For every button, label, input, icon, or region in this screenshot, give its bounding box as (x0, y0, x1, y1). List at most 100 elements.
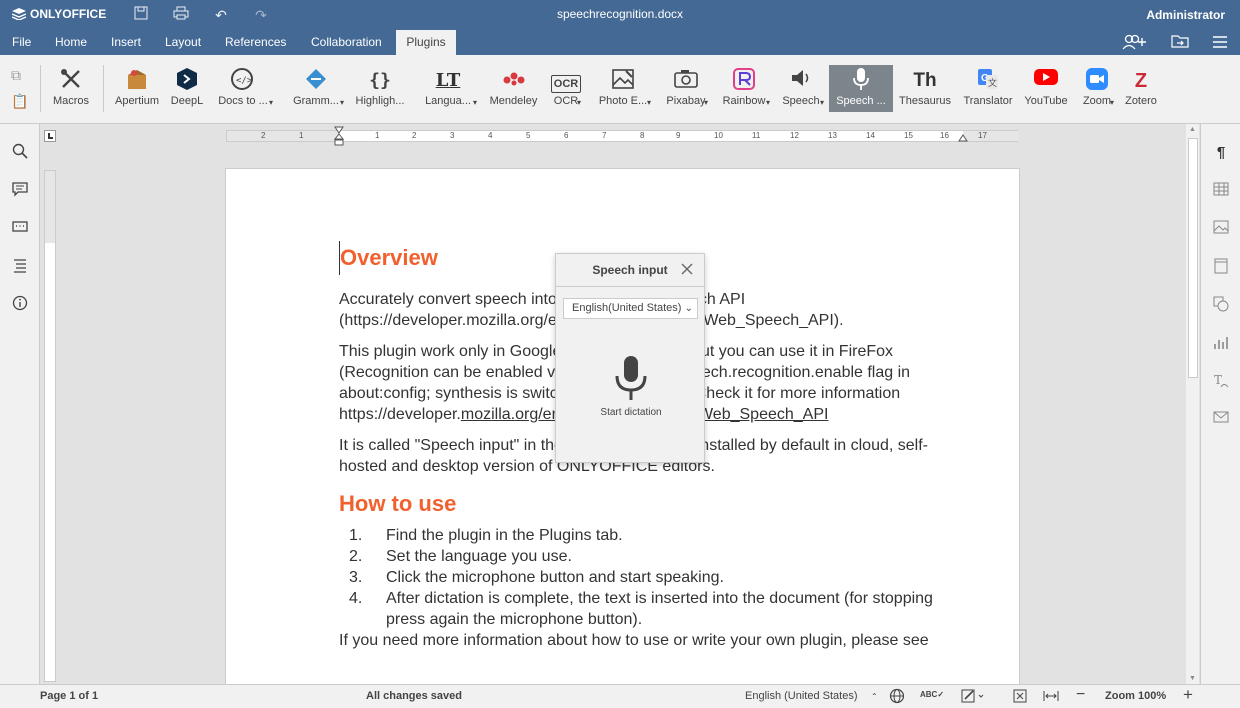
speech-input-dialog: Speech input English(United States) ⌄ St… (555, 253, 705, 463)
heading-how-to-use[interactable]: How to use (339, 487, 939, 521)
apertium-button[interactable]: Apertium (110, 65, 164, 112)
tab-file[interactable]: File (4, 30, 39, 55)
chevron-down-icon: ⌄ (684, 303, 693, 314)
list-item[interactable]: 1. Find the plugin in the Plugins tab. (339, 525, 939, 546)
scrollbar-thumb[interactable] (1188, 138, 1198, 378)
text-art-icon[interactable]: T (1212, 372, 1230, 390)
toolbar-separator (103, 65, 104, 112)
close-icon[interactable] (680, 262, 694, 281)
title-bar: ONLYOFFICE ↶ ↷ speechrecognition.docx Ad… (0, 0, 1240, 30)
deepl-button[interactable]: DeepL (167, 65, 207, 112)
first-line-indent-marker[interactable] (333, 126, 345, 150)
tab-home[interactable]: Home (47, 30, 95, 55)
zoom-level[interactable]: Zoom 100% (1105, 690, 1166, 702)
photo-editor-icon (589, 67, 657, 95)
tab-references[interactable]: References (217, 30, 294, 55)
rainbow-button[interactable]: Rainbow (715, 65, 773, 112)
chevron-down-icon[interactable]: ▾ (1110, 98, 1114, 107)
copy-icon[interactable]: ⧉ (11, 67, 21, 84)
apertium-icon (110, 67, 164, 95)
add-user-icon[interactable] (1122, 34, 1148, 52)
chevron-up-icon[interactable]: ⌃ (871, 692, 878, 701)
start-dictation-label[interactable]: Start dictation (556, 407, 706, 418)
chat-icon[interactable] (10, 219, 30, 239)
search-icon[interactable] (10, 143, 30, 163)
thesaurus-button[interactable]: Th Thesaurus (895, 65, 955, 112)
track-changes-icon[interactable] (961, 688, 985, 707)
right-indent-marker[interactable] (958, 132, 968, 144)
fit-page-icon[interactable] (1012, 688, 1028, 707)
vertical-ruler[interactable] (44, 170, 56, 682)
docs-to-button[interactable]: </> Docs to ... (212, 65, 274, 112)
youtube-button[interactable]: YouTube (1021, 65, 1071, 112)
paragraph[interactable]: If you need more information about how t… (339, 630, 939, 651)
tab-layout[interactable]: Layout (157, 30, 209, 55)
mail-merge-icon[interactable] (1212, 410, 1230, 428)
zoom-in-icon[interactable]: + (1183, 685, 1193, 705)
list-item[interactable]: 2. Set the language you use. (339, 546, 939, 567)
info-icon[interactable] (10, 295, 30, 315)
tab-plugins[interactable]: Plugins (396, 30, 456, 55)
header-footer-icon[interactable] (1212, 258, 1230, 276)
scroll-down-icon[interactable]: ▼ (1189, 675, 1196, 682)
macros-icon (45, 67, 97, 95)
scroll-up-icon[interactable]: ▲ (1189, 126, 1196, 133)
youtube-icon (1021, 67, 1071, 95)
chart-settings-icon[interactable] (1212, 334, 1230, 352)
comments-icon[interactable] (10, 181, 30, 201)
right-panel: ¶ T (1200, 124, 1240, 684)
horizontal-ruler[interactable]: 2 1 1 2 3 4 5 6 7 8 9 10 11 12 13 14 15 … (226, 126, 1019, 146)
microphone-icon (615, 356, 647, 400)
chevron-down-icon[interactable]: ▾ (269, 98, 273, 107)
chevron-down-icon[interactable]: ▾ (577, 98, 581, 107)
tab-collaboration[interactable]: Collaboration (303, 30, 390, 55)
zoom-out-icon[interactable]: − (1076, 686, 1085, 704)
menu-icon[interactable] (1210, 34, 1230, 52)
svg-text:</>: </> (236, 76, 253, 86)
speech-icon (775, 67, 827, 95)
zotero-button[interactable]: Z Zotero (1121, 65, 1161, 112)
chevron-down-icon[interactable]: ▾ (647, 98, 651, 107)
user-name[interactable]: Administrator (1146, 8, 1225, 22)
list-item[interactable]: 3. Click the microphone button and start … (339, 567, 939, 588)
chevron-down-icon[interactable]: ▾ (473, 98, 477, 107)
microphone-icon (829, 67, 893, 95)
translator-icon: G文 (959, 67, 1017, 95)
spell-check-icon[interactable]: ABC✓ (920, 690, 944, 699)
macros-button[interactable]: Macros (45, 65, 97, 112)
open-location-icon[interactable] (1170, 34, 1190, 52)
document-title: speechrecognition.docx (556, 7, 684, 21)
highlight-icon: {} (369, 70, 391, 91)
zotero-icon: Z (1134, 70, 1148, 92)
fit-width-icon[interactable] (1042, 688, 1060, 707)
chevron-down-icon[interactable]: ▾ (704, 98, 708, 107)
zoom-icon (1075, 67, 1119, 95)
doc-language-icon[interactable] (889, 688, 905, 707)
microphone-button[interactable] (611, 354, 651, 402)
table-settings-icon[interactable] (1212, 182, 1230, 200)
page-counter[interactable]: Page 1 of 1 (40, 690, 98, 702)
left-panel (0, 124, 40, 684)
chevron-down-icon[interactable]: ▾ (340, 98, 344, 107)
highlight-code-button[interactable]: {} Highligh... (351, 65, 409, 112)
languagetool-button[interactable]: LT Langua... (415, 65, 481, 112)
mendeley-button[interactable]: Mendeley (485, 65, 542, 112)
paste-icon[interactable]: 📋 (11, 93, 28, 110)
vertical-scrollbar[interactable]: ▲ ▼ (1186, 124, 1199, 684)
chevron-down-icon[interactable]: ▾ (820, 98, 824, 107)
tab-stop-selector[interactable] (44, 130, 56, 142)
paragraph-settings-icon[interactable]: ¶ (1212, 144, 1230, 162)
speech-input-button[interactable]: Speech ... (829, 65, 893, 112)
chevron-down-icon[interactable]: ▾ (766, 98, 770, 107)
thesaurus-icon: Th (913, 70, 937, 91)
shape-settings-icon[interactable] (1212, 296, 1230, 314)
translator-button[interactable]: G文 Translator (959, 65, 1017, 112)
rainbow-icon (715, 67, 773, 95)
language-selector[interactable]: English (United States) (745, 690, 858, 702)
pixabay-icon (660, 67, 712, 95)
navigation-icon[interactable] (10, 257, 30, 277)
tab-insert[interactable]: Insert (103, 30, 149, 55)
language-select[interactable]: English(United States) ⌄ (563, 298, 698, 319)
image-settings-icon[interactable] (1212, 220, 1230, 238)
list-item[interactable]: 4. After dictation is complete, the text … (339, 588, 939, 630)
